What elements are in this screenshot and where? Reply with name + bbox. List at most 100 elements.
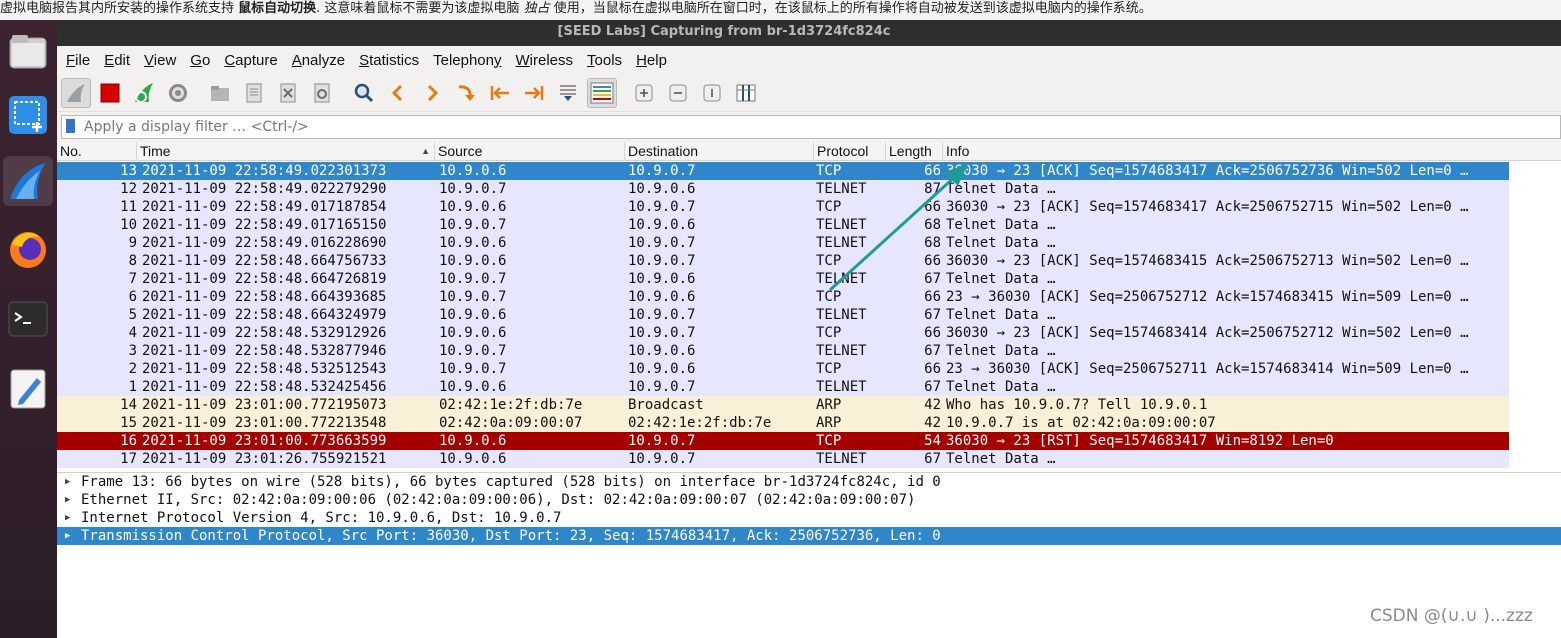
packet-length: 67 — [924, 271, 941, 287]
menu-wireless[interactable]: Wireless — [516, 52, 574, 69]
detail-tree-item[interactable]: ▶ Internet Protocol Version 4, Src: 10.9.… — [57, 509, 1561, 527]
packet-destination: 10.9.0.7 — [628, 163, 696, 179]
packet-protocol: TELNET — [816, 271, 867, 287]
packet-destination: 10.9.0.6 — [628, 289, 696, 305]
detail-tree-item[interactable]: ▶ Frame 13: 66 bytes on wire (528 bits), … — [57, 473, 1561, 491]
packet-row[interactable]: 10 2021-11-09 22:58:49.017165150 10.9.0.7 1… — [57, 216, 1509, 234]
packet-destination: 10.9.0.7 — [628, 307, 696, 323]
menu-view-mnemonic: V — [144, 51, 154, 69]
capture-options-button[interactable] — [163, 78, 193, 108]
packet-row[interactable]: 1 2021-11-09 22:58:48.532425456 10.9.0.6 10… — [57, 378, 1509, 396]
menu-edit[interactable]: Edit — [104, 52, 130, 69]
menu-file[interactable]: File — [66, 52, 90, 69]
packet-row[interactable]: 9 2021-11-09 22:58:49.016228690 10.9.0.6 10… — [57, 234, 1509, 252]
start-capture-button[interactable] — [61, 77, 91, 108]
restart-capture-button[interactable] — [129, 78, 159, 108]
menu-capture-label: apture — [235, 51, 278, 69]
window-title: [SEED Labs] Capturing from br-1d3724fc82… — [557, 24, 891, 39]
packet-protocol: TCP — [816, 163, 842, 179]
filter-placeholder: Apply a display filter … <Ctrl-/> — [84, 119, 309, 135]
packet-row[interactable]: 7 2021-11-09 22:58:48.664726819 10.9.0.7 10… — [57, 270, 1509, 288]
packet-info: Telnet Data … — [946, 451, 1056, 467]
column-header-time[interactable]: Time ▲ — [137, 142, 435, 161]
packet-row[interactable]: 2 2021-11-09 22:58:48.532512543 10.9.0.7 10… — [57, 360, 1509, 378]
detail-tree-item[interactable]: ▶ Transmission Control Protocol, Src Port… — [57, 527, 1561, 545]
normal-size-button[interactable] — [697, 78, 727, 108]
find-packet-button[interactable] — [349, 78, 379, 108]
expand-triangle-icon[interactable]: ▶ — [65, 491, 70, 509]
dock-files[interactable] — [3, 26, 53, 76]
column-header-length[interactable]: Length — [886, 142, 943, 161]
reload-icon — [314, 83, 330, 102]
packet-row[interactable]: 16 2021-11-09 23:01:00.773663599 10.9.0.6 1… — [57, 432, 1509, 450]
dock-text-editor[interactable] — [3, 364, 53, 414]
expand-triangle-icon[interactable]: ▶ — [65, 527, 70, 545]
column-header-destination[interactable]: Destination — [625, 142, 814, 161]
go-first-packet-button[interactable] — [485, 78, 515, 108]
zoom-out-button[interactable] — [663, 78, 693, 108]
packet-time: 2021-11-09 23:01:26.755921521 — [142, 451, 387, 467]
auto-scroll-button[interactable] — [553, 78, 583, 108]
menu-tools[interactable]: Tools — [587, 52, 622, 69]
colorize-button[interactable] — [587, 77, 617, 108]
dock-terminal[interactable] — [3, 294, 53, 344]
menu-help[interactable]: Help — [636, 52, 667, 69]
menu-view[interactable]: View — [144, 52, 176, 69]
display-filter-input[interactable]: Apply a display filter … <Ctrl-/> — [61, 115, 1561, 139]
packet-length: 66 — [924, 325, 941, 341]
packet-row-selected[interactable]: 13 2021-11-09 22:58:49.022301373 10.9.0.6 1… — [57, 162, 1509, 180]
open-file-button[interactable] — [205, 78, 235, 108]
reload-file-button[interactable] — [307, 78, 337, 108]
dock-screenshot[interactable] — [3, 90, 53, 140]
packet-row[interactable]: 4 2021-11-09 22:58:48.532912926 10.9.0.6 10… — [57, 324, 1509, 342]
menu-capture[interactable]: Capture — [224, 52, 277, 69]
menu-analyze[interactable]: Analyze — [292, 52, 345, 69]
column-header-protocol[interactable]: Protocol — [814, 142, 886, 161]
packet-row[interactable]: 3 2021-11-09 22:58:48.532877946 10.9.0.7 10… — [57, 342, 1509, 360]
packet-source: 02:42:1e:2f:db:7e — [439, 397, 583, 413]
column-header-info[interactable]: Info — [943, 142, 1561, 161]
zoom-in-button[interactable] — [629, 78, 659, 108]
resize-columns-button[interactable] — [731, 78, 761, 108]
go-forward-button[interactable] — [417, 78, 447, 108]
packet-row[interactable]: 12 2021-11-09 22:58:49.022279290 10.9.0.7 1… — [57, 180, 1509, 198]
dock-firefox[interactable] — [3, 224, 53, 274]
go-to-packet-button[interactable] — [451, 78, 481, 108]
packet-row[interactable]: 17 2021-11-09 23:01:26.755921521 10.9.0.6 1… — [57, 450, 1509, 468]
expand-triangle-icon[interactable]: ▶ — [65, 509, 70, 527]
packet-info: 36030 → 23 [ACK] Seq=1574683417 Ack=2506… — [946, 163, 1469, 179]
menu-go[interactable]: Go — [190, 52, 210, 69]
bookmark-icon[interactable] — [66, 119, 75, 133]
go-back-button[interactable] — [383, 78, 413, 108]
packet-list-scroll-area[interactable] — [1509, 162, 1561, 470]
packet-info: 36030 → 23 [ACK] Seq=1574683417 Ack=2506… — [946, 199, 1469, 215]
packet-length: 67 — [924, 307, 941, 323]
packet-row[interactable]: 5 2021-11-09 22:58:48.664324979 10.9.0.6 10… — [57, 306, 1509, 324]
packet-row[interactable]: 14 2021-11-09 23:01:00.772195073 02:42:1e:… — [57, 396, 1509, 414]
detail-text: Ethernet II, Src: 02:42:0a:09:00:06 (02:… — [81, 492, 916, 508]
go-last-packet-button[interactable] — [519, 78, 549, 108]
menu-telephony[interactable]: Telephony — [433, 52, 501, 69]
detail-tree-item[interactable]: ▶ Ethernet II, Src: 02:42:0a:09:00:06 (02… — [57, 491, 1561, 509]
packet-number: 5 — [128, 307, 137, 323]
expand-triangle-icon[interactable]: ▶ — [65, 473, 70, 491]
packet-protocol: TCP — [816, 361, 842, 377]
packet-source: 10.9.0.7 — [439, 271, 507, 287]
save-file-button[interactable] — [239, 78, 269, 108]
packet-length: 66 — [924, 163, 941, 179]
packet-number: 14 — [120, 397, 137, 413]
dock-wireshark[interactable] — [3, 156, 53, 206]
column-header-no[interactable]: No. — [57, 142, 137, 161]
close-file-button[interactable] — [273, 78, 303, 108]
packet-time: 2021-11-09 22:58:49.017165150 — [142, 217, 387, 233]
packet-source: 10.9.0.6 — [439, 451, 507, 467]
column-header-source[interactable]: Source — [435, 142, 625, 161]
packet-row[interactable]: 6 2021-11-09 22:58:48.664393685 10.9.0.7 10… — [57, 288, 1509, 306]
packet-number: 10 — [120, 217, 137, 233]
stop-capture-button[interactable] — [95, 78, 125, 108]
packet-row[interactable]: 15 2021-11-09 23:01:00.772213548 02:42:0a:… — [57, 414, 1509, 432]
packet-row[interactable]: 11 2021-11-09 22:58:49.017187854 10.9.0.6 1… — [57, 198, 1509, 216]
packet-row[interactable]: 8 2021-11-09 22:58:48.664756733 10.9.0.6 10… — [57, 252, 1509, 270]
packet-info: Who has 10.9.0.7? Tell 10.9.0.1 — [946, 397, 1208, 413]
menu-statistics[interactable]: Statistics — [359, 52, 419, 69]
